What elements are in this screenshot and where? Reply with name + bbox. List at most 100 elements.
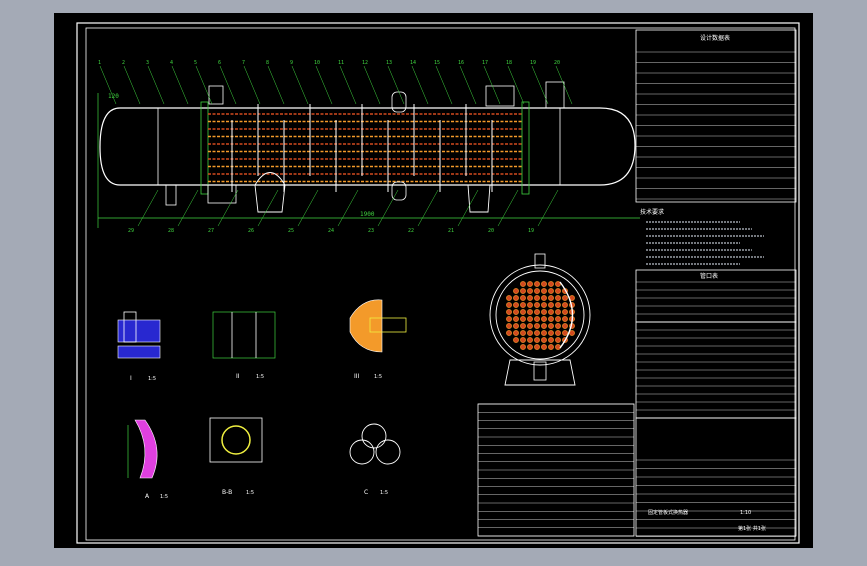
section-tube	[527, 344, 533, 350]
detail-III-label: III	[354, 373, 360, 380]
section-tube	[541, 309, 547, 315]
balloon-number: 17	[482, 60, 488, 66]
section-tube	[541, 330, 547, 336]
section-tube	[520, 295, 526, 301]
section-tube	[520, 323, 526, 329]
section-tube	[534, 281, 540, 287]
section-tube	[541, 302, 547, 308]
section-tube	[513, 302, 519, 308]
detail-II-label: II	[236, 373, 240, 380]
balloon-number: 9	[290, 60, 293, 66]
section-tube	[555, 309, 561, 315]
section-tube	[506, 302, 512, 308]
detail-I-scale: 1:5	[148, 376, 156, 382]
balloon-number: 18	[506, 60, 512, 66]
section-tube	[520, 288, 526, 294]
section-tube	[555, 302, 561, 308]
section-tube	[506, 295, 512, 301]
section-tube	[534, 323, 540, 329]
section-tube	[548, 323, 554, 329]
section-tube	[555, 323, 561, 329]
section-tube	[513, 337, 519, 343]
section-tube	[548, 344, 554, 350]
section-tube	[527, 309, 533, 315]
balloon-number: 23	[368, 228, 374, 234]
section-tube	[527, 330, 533, 336]
section-tube	[506, 323, 512, 329]
detail-I-gasket	[117, 345, 161, 359]
balloon-number: 3	[146, 60, 149, 66]
section-tube	[555, 288, 561, 294]
detail-BB-scale: 1:5	[246, 490, 254, 496]
section-tube	[541, 288, 547, 294]
detail-I-label: I	[130, 375, 132, 382]
drawing-name: 固定管板式换热器	[648, 509, 688, 516]
section-tube	[520, 309, 526, 315]
section-tube	[541, 295, 547, 301]
section-tube	[541, 344, 547, 350]
section-tube	[534, 309, 540, 315]
balloon-number: 12	[362, 60, 368, 66]
section-tube	[562, 323, 568, 329]
balloon-number: 22	[408, 228, 414, 234]
cad-viewport[interactable]: 1900 120 1 2 3 4 5 6 7 8 9 10 11 12 13 14 15 16 17 18 19 20…	[0, 0, 867, 562]
drawing-canvas	[54, 13, 813, 548]
section-tube	[548, 281, 554, 287]
section-tube	[520, 330, 526, 336]
section-tube	[548, 330, 554, 336]
section-tube	[555, 330, 561, 336]
section-tube	[513, 309, 519, 315]
section-tube	[548, 316, 554, 322]
detail-BB-label: B-B	[222, 489, 232, 496]
section-tube	[555, 344, 561, 350]
section-tube	[562, 309, 568, 315]
section-tube	[555, 316, 561, 322]
balloon-number: 16	[458, 60, 464, 66]
section-tube	[562, 316, 568, 322]
section-tube	[541, 316, 547, 322]
balloon-number: 14	[410, 60, 416, 66]
balloon-number: 20	[554, 60, 560, 66]
section-tube	[541, 337, 547, 343]
balloon-number: 13	[386, 60, 392, 66]
section-tube	[513, 288, 519, 294]
section-tube	[534, 288, 540, 294]
balloon-number: 29	[128, 228, 134, 234]
section-tube	[527, 295, 533, 301]
section-tube	[534, 337, 540, 343]
drawing-scale: 1:10	[740, 510, 751, 516]
balloon-number: 11	[338, 60, 344, 66]
cad-drawing-svg: 1900 120 1 2 3 4 5 6 7 8 9 10 11 12 13 14 15 16 17 18 19 20…	[54, 13, 813, 548]
section-tube	[513, 295, 519, 301]
balloon-number: 6	[218, 60, 221, 66]
balloon-number: 21	[448, 228, 454, 234]
section-tube	[548, 309, 554, 315]
section-tube	[534, 302, 540, 308]
balloon-number: 24	[328, 228, 334, 234]
balloon-number: 1	[98, 60, 101, 66]
balloon-number: 5	[194, 60, 197, 66]
balloon-number: 20	[488, 228, 494, 234]
section-tube	[541, 323, 547, 329]
section-tube	[527, 316, 533, 322]
section-tube	[520, 281, 526, 287]
design-data-header: 设计数据表	[700, 34, 730, 42]
section-tube	[506, 309, 512, 315]
overall-dimension: 1900	[360, 211, 375, 218]
section-tube	[548, 288, 554, 294]
section-tube	[520, 316, 526, 322]
section-tube	[548, 337, 554, 343]
section-tube	[534, 295, 540, 301]
section-tube	[548, 295, 554, 301]
section-tube	[534, 330, 540, 336]
balloon-number: 7	[242, 60, 245, 66]
tech-notes-title: 技术要求	[640, 208, 664, 216]
section-tube	[513, 330, 519, 336]
balloon-number: 19	[528, 228, 534, 234]
detail-C-label: C	[364, 489, 368, 496]
section-tube	[506, 330, 512, 336]
nozzle-table-title: 管口表	[700, 272, 718, 280]
section-tube	[513, 323, 519, 329]
sheet-number: 第1张 共1张	[738, 525, 766, 532]
section-tube	[534, 344, 540, 350]
